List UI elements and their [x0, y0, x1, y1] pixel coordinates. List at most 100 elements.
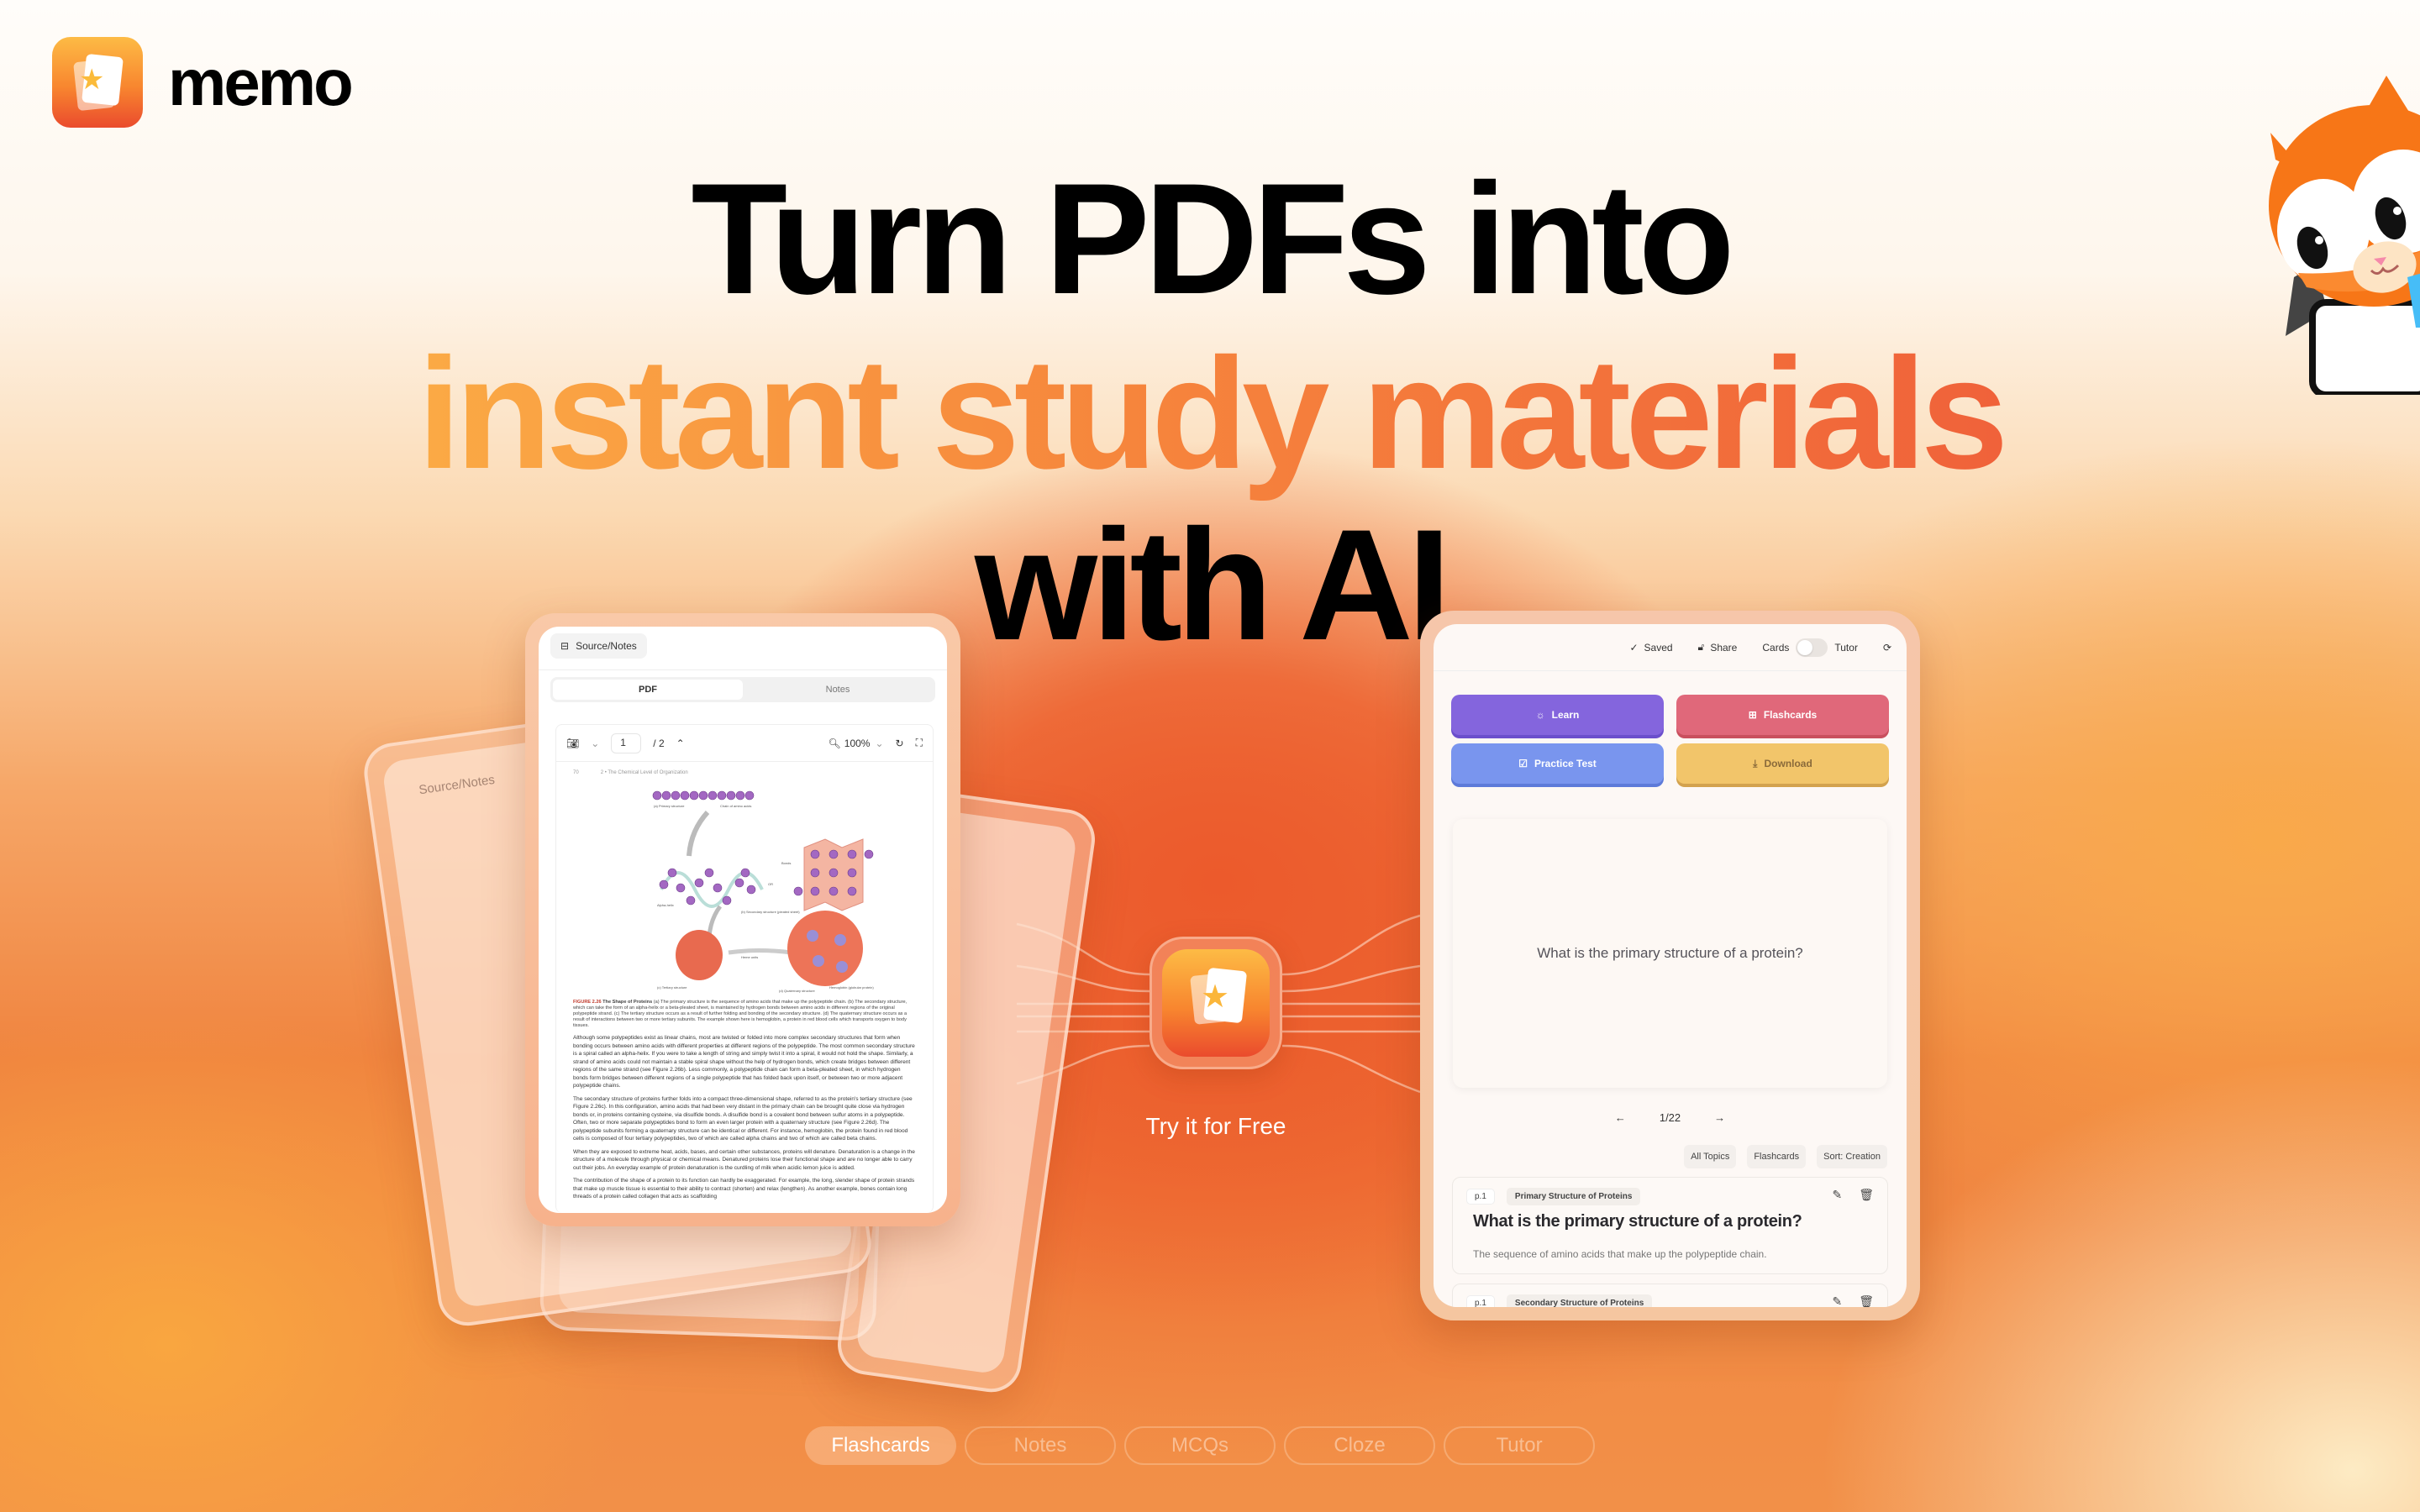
pdf-paragraph: Although some polypeptides exist as line…: [573, 1035, 915, 1089]
trash-icon[interactable]: 🗑︎: [1859, 1294, 1874, 1307]
search-icon[interactable]: 🔍︎: [829, 738, 841, 749]
page-tag: p.1: [1466, 1189, 1495, 1205]
fig-label-quaternary: (d) Quaternary structure: [779, 989, 815, 993]
headline-highlight: instant study materials: [417, 325, 2009, 501]
arrow-right-icon[interactable]: →: [1714, 1111, 1725, 1124]
pdf-page: 70 2 • The Chemical Level of Organizatio…: [556, 762, 933, 1210]
fig-label-alpha: Alpha-helix: [657, 903, 674, 907]
practice-test-button[interactable]: ☑ Practice Test: [1451, 743, 1664, 784]
tab-notes[interactable]: Notes: [743, 680, 933, 700]
check-icon: ✓: [1629, 641, 1639, 654]
fullscreen-icon[interactable]: ⛶: [916, 737, 923, 749]
practice-test-label: Practice Test: [1534, 758, 1597, 769]
edit-icon[interactable]: ✎: [1832, 1188, 1842, 1202]
pdf-paragraph: When they are exposed to extreme heat, a…: [573, 1148, 915, 1171]
brain-icon: ☼: [1535, 709, 1545, 721]
headline-line-2: instant study materials: [0, 334, 2420, 492]
chevron-down-icon[interactable]: ⌄: [591, 738, 599, 749]
learn-button[interactable]: ☼ Learn: [1451, 695, 1664, 735]
unlock-icon: 🔓︎: [1697, 641, 1705, 653]
source-notes-button[interactable]: ⊟ Source/Notes: [550, 633, 647, 659]
arrow-left-icon[interactable]: ←: [1615, 1111, 1626, 1124]
edit-icon[interactable]: ✎: [1832, 1294, 1842, 1307]
split-view-icon: ⊟: [560, 640, 570, 652]
study-panel: ✓ Saved 🔓︎ Share Cards Tutor ⟳ ☼ Learn ⊞…: [1420, 611, 1920, 1320]
zoom-chevron-icon[interactable]: ⌄: [875, 738, 883, 749]
brand-logo[interactable]: ★ memo: [52, 37, 354, 128]
figure-caption: FIGURE 2.26 The Shape of Proteins (a) Th…: [573, 1000, 916, 1029]
download-label: Download: [1764, 758, 1812, 769]
camera-icon[interactable]: 📷︎: [566, 738, 579, 749]
card-answer: The sequence of amino acids that make up…: [1473, 1248, 1767, 1260]
list-item[interactable]: p.1 Secondary Structure of Proteins ✎ 🗑︎…: [1452, 1284, 1888, 1307]
memo-cards-star-icon: ★: [52, 37, 143, 128]
source-panel: ⊟ Source/Notes PDF Notes 📷︎ ⌄ 1 / 2 ⌃ 🔍︎…: [525, 613, 960, 1226]
source-notes-label: Source/Notes: [576, 640, 637, 652]
filter-type[interactable]: Flashcards: [1747, 1145, 1807, 1168]
refresh-icon[interactable]: ⟳: [1883, 642, 1891, 654]
tab-notes-feature[interactable]: Notes: [965, 1426, 1116, 1465]
fig-label-bonds: Bonds: [781, 861, 791, 865]
page-number: 70: [573, 770, 579, 775]
try-free-label[interactable]: Try it for Free: [1092, 1113, 1339, 1140]
tab-mcqs[interactable]: MCQs: [1124, 1426, 1276, 1465]
memo-cards-star-icon: ★: [1162, 949, 1270, 1057]
toggle-label-tutor: Tutor: [1834, 641, 1858, 654]
source-tabs: PDF Notes: [550, 677, 935, 702]
pdf-viewer: 📷︎ ⌄ 1 / 2 ⌃ 🔍︎ 100% ⌄ ↻ ⛶ 70 2 • The Ch…: [555, 724, 934, 1213]
trash-icon[interactable]: 🗑︎: [1859, 1188, 1874, 1202]
fig-label-or: OR: [768, 882, 773, 886]
page-number-input[interactable]: 1: [611, 732, 642, 753]
action-buttons: ☼ Learn ⊞ Flashcards ☑ Practice Test ⤓ D…: [1434, 671, 1907, 784]
caption-title: The Shape of Proteins: [602, 1000, 653, 1005]
topic-tag: Primary Structure of Proteins: [1506, 1188, 1641, 1205]
flashcard-viewer[interactable]: What is the primary structure of a prote…: [1453, 819, 1887, 1088]
flashcards-button[interactable]: ⊞ Flashcards: [1676, 695, 1889, 735]
toggle-label-cards: Cards: [1762, 641, 1790, 654]
pdf-toolbar: 📷︎ ⌄ 1 / 2 ⌃ 🔍︎ 100% ⌄ ↻ ⛶: [556, 725, 933, 762]
saved-status: ✓ Saved: [1629, 642, 1672, 654]
fig-label-heme: Heme units: [741, 955, 758, 959]
caption-label: FIGURE 2.26: [573, 1000, 602, 1005]
fig-label-chain: Chain of amino acids: [720, 804, 751, 808]
tab-cloze[interactable]: Cloze: [1284, 1426, 1435, 1465]
fig-label-primary: (a) Primary structure: [654, 804, 685, 808]
tab-pdf[interactable]: PDF: [553, 680, 743, 700]
download-button[interactable]: ⤓ Download: [1676, 743, 1889, 784]
learn-label: Learn: [1551, 709, 1580, 721]
tab-flashcards[interactable]: Flashcards: [805, 1426, 956, 1465]
page-tag: p.1: [1466, 1295, 1495, 1307]
pagination-counter: 1/22: [1659, 1111, 1681, 1124]
tab-tutor[interactable]: Tutor: [1444, 1426, 1595, 1465]
filter-sort[interactable]: Sort: Creation: [1817, 1145, 1887, 1168]
filter-topics[interactable]: All Topics: [1684, 1145, 1737, 1168]
pdf-paragraph: The contribution of the shape of a prote…: [573, 1178, 915, 1200]
ghost-source-notes: Source/Notes: [418, 772, 496, 798]
fig-label-secondary: (b) Secondary structure (pleated sheet): [741, 910, 800, 914]
headline-line-3: with AI: [974, 496, 1451, 673]
card-filters: All Topics Flashcards Sort: Creation: [1684, 1145, 1887, 1168]
protein-structure-figure: (a) Primary structure Chain of amino aci…: [573, 780, 916, 995]
share-button[interactable]: 🔓︎ Share: [1698, 641, 1738, 654]
list-item[interactable]: p.1 Primary Structure of Proteins ✎ 🗑︎ W…: [1452, 1177, 1888, 1274]
rotate-icon[interactable]: ↻: [896, 738, 904, 749]
running-header: 2 • The Chemical Level of Organization: [600, 770, 688, 775]
mode-toggle[interactable]: Cards Tutor: [1762, 638, 1858, 657]
chevron-up-icon[interactable]: ⌃: [676, 738, 685, 749]
feature-tabs: Flashcards Notes MCQs Cloze Tutor: [805, 1426, 1595, 1465]
saved-label: Saved: [1644, 641, 1673, 654]
total-pages: / 2: [653, 737, 665, 749]
flashcards-label: Flashcards: [1763, 709, 1818, 721]
cards-tutor-toggle[interactable]: [1796, 638, 1828, 657]
pdf-paragraph: The secondary structure of proteins furt…: [573, 1095, 913, 1142]
test-icon: ☑: [1518, 758, 1528, 769]
card-pagination: ← 1/22 →: [1434, 1111, 1907, 1124]
try-free-button[interactable]: ★: [1150, 937, 1282, 1069]
download-icon: ⤓: [1753, 757, 1758, 769]
headline-line-1: Turn PDFs into: [691, 150, 1734, 327]
card-question: What is the primary structure of a prote…: [1473, 1212, 1802, 1231]
fig-label-hemoglobin: Hemoglobin (globular protein): [829, 985, 874, 990]
share-label: Share: [1710, 641, 1738, 654]
topic-tag: Secondary Structure of Proteins: [1506, 1294, 1653, 1307]
zoom-level[interactable]: 100%: [844, 738, 871, 749]
